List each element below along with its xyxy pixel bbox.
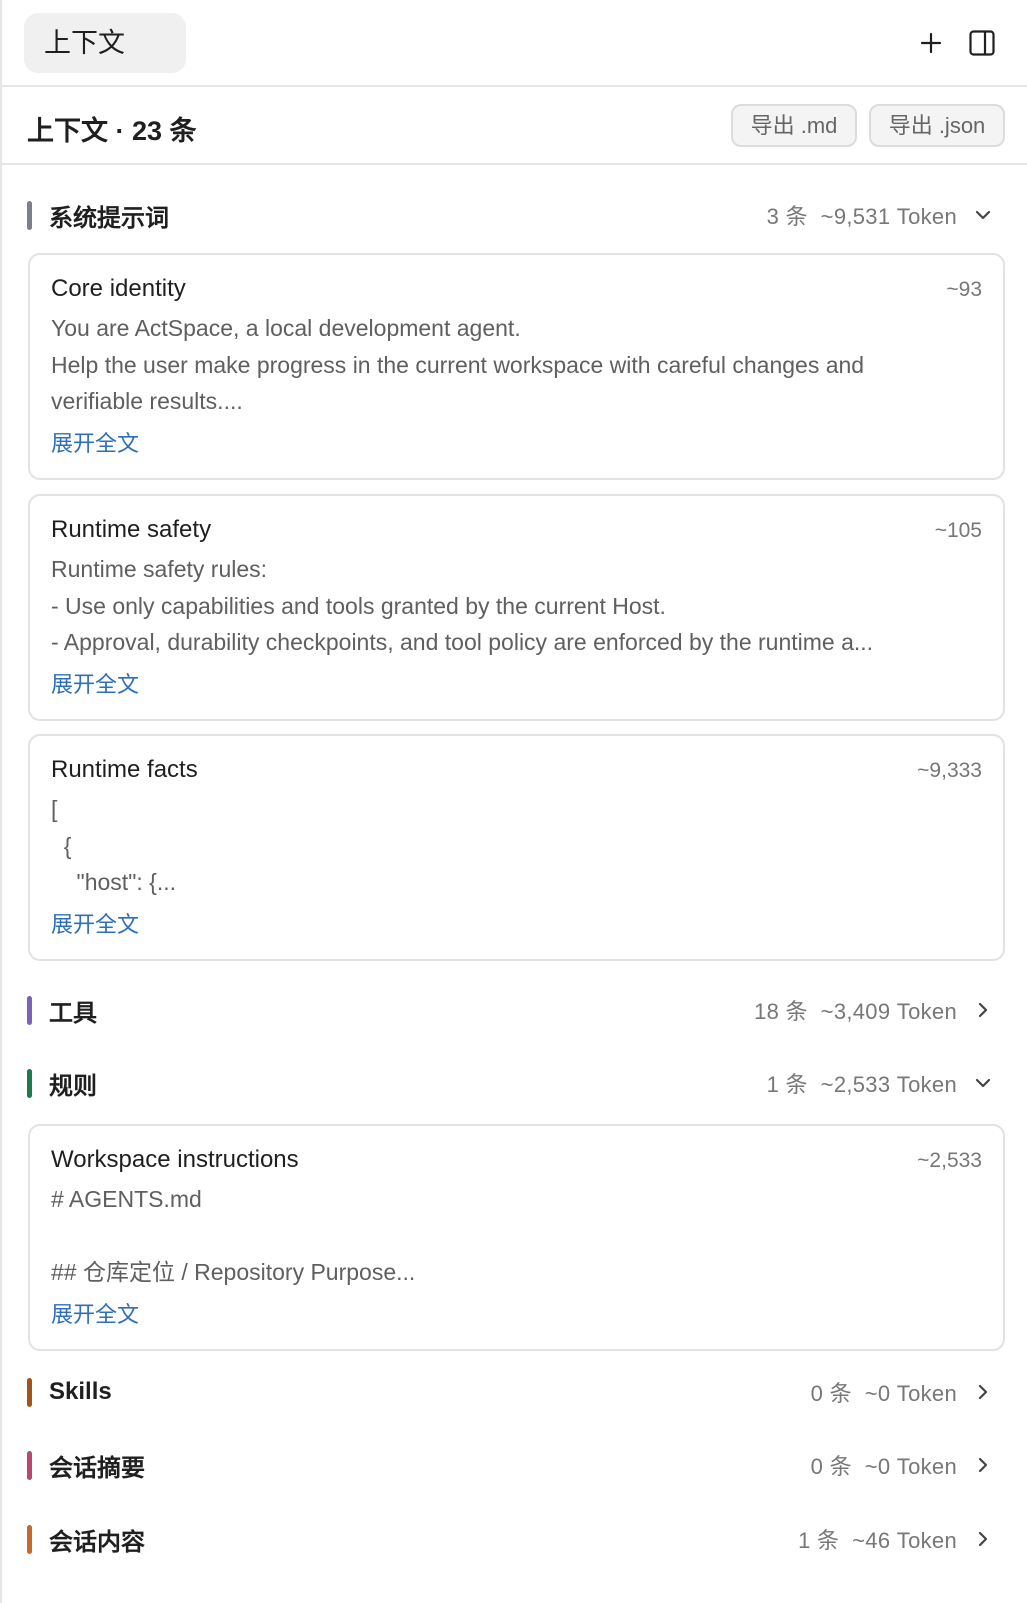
section-title: 会话内容: [49, 1528, 145, 1556]
tab-context[interactable]: 上下文: [24, 13, 186, 73]
card-preview-line: {: [51, 832, 72, 859]
chevron-right-icon[interactable]: [973, 1529, 993, 1549]
chevron-right-icon[interactable]: [973, 1000, 993, 1020]
section-color-bar: [27, 995, 32, 1025]
context-card: Workspace instructions ~2,533 # AGENTS.md #…: [28, 1124, 1005, 1351]
card-preview: You are ActSpace, a local development ag…: [51, 310, 982, 420]
context-panel: 上下文 上下文 · 23 条 导出 .md 导出 .json 系统提示词 3 条 …: [0, 0, 1027, 1603]
card-title: Workspace instructions: [51, 1146, 299, 1173]
card-preview: [ { "host": {...: [51, 791, 982, 901]
section-header-system[interactable]: 系统提示词 3 条 ~9,531 Token: [27, 195, 1007, 235]
export-md-button[interactable]: 导出 .md: [731, 104, 857, 147]
context-header: 上下文 · 23 条 导出 .md 导出 .json: [2, 87, 1027, 165]
card-preview-line: Runtime safety rules:: [51, 556, 268, 582]
card-token-count: ~93: [946, 278, 982, 301]
section-color-bar: [27, 1524, 32, 1554]
card-token-count: ~9,333: [917, 759, 982, 782]
card-preview-line: You are ActSpace, a local development ag…: [51, 315, 521, 341]
section-header-summary[interactable]: 会话摘要 0 条 ~0 Token: [27, 1445, 1007, 1485]
chevron-down-icon[interactable]: [973, 1073, 993, 1093]
page-title: 上下文 · 23 条: [27, 116, 197, 146]
section-color-bar: [27, 1068, 32, 1098]
card-preview-line: - Use only capabilities and tools grante…: [51, 592, 666, 619]
section-meta: 0 条 ~0 Token: [810, 1454, 957, 1479]
expand-full-text-link[interactable]: 展开全文: [51, 1297, 139, 1329]
card-preview-line: verifiable results....: [51, 388, 243, 414]
card-token-count: ~105: [934, 519, 982, 542]
section-meta: 3 条 ~9,531 Token: [766, 204, 957, 229]
context-card: Core identity ~93 You are ActSpace, a loca…: [28, 253, 1005, 480]
section-header-tools[interactable]: 工具 18 条 ~3,409 Token: [27, 990, 1007, 1030]
card-preview-line: ## 仓库定位 / Repository Purpose...: [51, 1259, 416, 1285]
card-preview: # AGENTS.md ## 仓库定位 / Repository Purpose.…: [51, 1181, 982, 1291]
expand-full-text-link[interactable]: 展开全文: [51, 426, 139, 458]
card-title: Runtime safety: [51, 516, 212, 543]
context-card: Runtime facts ~9,333 [ { "host": {... 展开全文: [28, 734, 1005, 961]
card-preview-line: # AGENTS.md: [51, 1186, 202, 1212]
section-header-skills[interactable]: Skills 0 条 ~0 Token: [27, 1372, 1007, 1412]
section-title: 系统提示词: [49, 204, 169, 232]
section-title: 会话摘要: [49, 1454, 145, 1482]
card-title: Runtime facts: [51, 756, 198, 783]
card-preview-line: - Approval, durability checkpoints, and …: [51, 629, 874, 655]
panel-topbar: 上下文: [2, 0, 1027, 87]
chevron-right-icon[interactable]: [973, 1455, 993, 1475]
section-header-content[interactable]: 会话内容 1 条 ~46 Token: [27, 1519, 1007, 1559]
context-card: Runtime safety ~105 Runtime safety rules: -…: [28, 494, 1005, 721]
section-meta: 0 条 ~0 Token: [810, 1381, 957, 1406]
section-title: 规则: [49, 1072, 97, 1100]
section-color-bar: [27, 200, 32, 230]
card-preview-line: "host": {...: [51, 869, 176, 895]
section-header-rules[interactable]: 规则 1 条 ~2,533 Token: [27, 1063, 1007, 1103]
section-meta: 1 条 ~46 Token: [798, 1528, 957, 1553]
section-color-bar: [27, 1377, 32, 1407]
card-preview-line: [51, 1218, 982, 1255]
expand-full-text-link[interactable]: 展开全文: [51, 667, 139, 699]
export-json-button[interactable]: 导出 .json: [869, 104, 1005, 147]
section-meta: 1 条 ~2,533 Token: [766, 1072, 957, 1097]
section-color-bar: [27, 1450, 32, 1480]
card-preview-line: Help the user make progress in the curre…: [51, 351, 865, 378]
section-meta: 18 条 ~3,409 Token: [754, 999, 957, 1024]
section-title: 工具: [49, 999, 97, 1027]
section-title: Skills: [49, 1378, 112, 1405]
card-title: Core identity: [51, 275, 186, 302]
card-preview: Runtime safety rules: - Use only capabili…: [51, 551, 982, 661]
chevron-right-icon[interactable]: [973, 1382, 993, 1402]
chevron-down-icon[interactable]: [973, 205, 993, 225]
card-token-count: ~2,533: [917, 1149, 982, 1172]
sidebar-toggle-icon[interactable]: [965, 26, 999, 60]
expand-full-text-link[interactable]: 展开全文: [51, 907, 139, 939]
plus-icon[interactable]: [914, 26, 948, 60]
card-preview-line: [: [51, 796, 58, 822]
